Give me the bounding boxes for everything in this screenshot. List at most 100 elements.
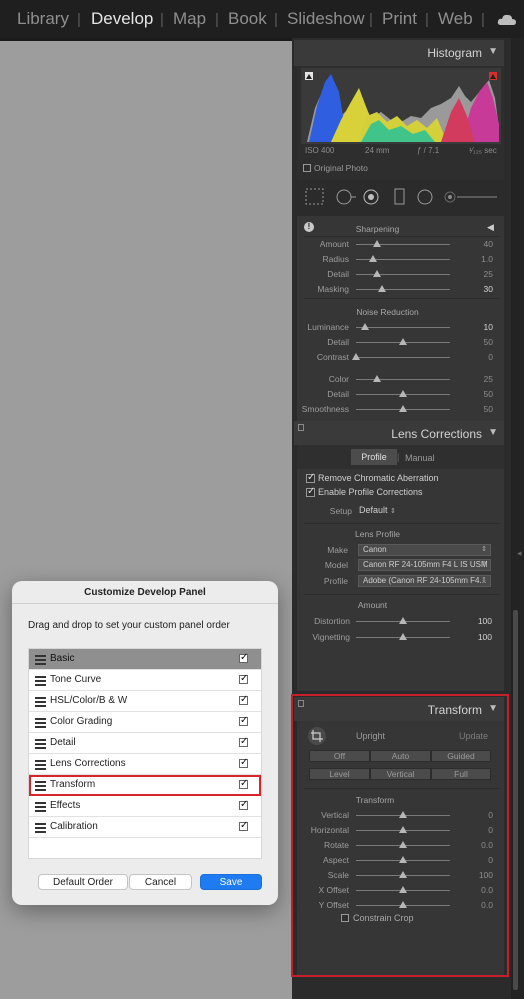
radial-filter-icon[interactable] [415,187,435,207]
default-order-button[interactable]: Default Order [38,874,128,890]
noise-color-smoothness-value[interactable]: 50 [463,404,493,414]
panel-order-item-transform[interactable]: Transform [29,775,261,796]
noise-luminance-slider-knob[interactable] [361,323,370,330]
model-select[interactable]: Canon RF 24-105mm F4 L IS USM ⇕ [358,559,491,571]
profile-select[interactable]: Adobe (Canon RF 24-105mm F4... ⇕ [358,575,491,587]
histogram-header[interactable]: Histogram ▼ [294,40,504,66]
panel-order-item-calibration[interactable]: Calibration [29,817,261,838]
noise-color-color-slider-knob[interactable] [372,375,381,382]
panel-scrollbar[interactable] [513,610,518,990]
noise-color-detail-value[interactable]: 50 [463,389,493,399]
module-book[interactable]: Book [228,9,267,29]
panel-toggle-icon[interactable] [298,424,304,431]
drag-handle-icon[interactable] [35,823,46,835]
drag-handle-icon[interactable] [35,781,46,793]
spot-removal-icon[interactable] [335,187,357,207]
drag-handle-icon[interactable] [35,760,46,772]
noise-color-smoothness-slider-knob[interactable] [399,405,407,412]
panel-order-item-tone-curve[interactable]: Tone Curve [29,670,261,691]
noise-color-color-slider[interactable] [356,379,450,380]
transform-y-offset-value[interactable]: 0.0 [463,900,493,910]
noise-contrast-slider-knob[interactable] [352,353,360,360]
distortion-value[interactable]: 100 [462,616,492,626]
transform-y-offset-slider-knob[interactable] [399,901,407,908]
make-select[interactable]: Canon ⇕ [358,544,491,556]
module-map[interactable]: Map [173,9,206,29]
panel-order-list[interactable]: Basic Tone Curve HSL/Color/B & W Color Grad… [28,648,262,859]
crop-overlay-icon[interactable] [305,188,325,206]
panel-order-item-hsl-color-b-w[interactable]: HSL/Color/B & W [29,691,261,712]
panel-visible-checkbox[interactable] [239,736,248,747]
original-photo-checkbox[interactable] [303,164,311,172]
noise-contrast-slider[interactable] [356,357,450,358]
panel-visible-checkbox[interactable] [239,673,248,684]
panel-visible-checkbox[interactable] [239,652,248,663]
transform-horizontal-value[interactable]: 0 [463,825,493,835]
setup-select[interactable]: Default ⇕ [359,505,396,515]
noise-contrast-value[interactable]: 0 [463,352,493,362]
drag-handle-icon[interactable] [35,676,46,688]
sharpening-amount-slider-knob[interactable] [372,240,381,247]
drag-handle-icon[interactable] [35,802,46,814]
collapse-triangle-icon[interactable]: ◀ [487,222,494,233]
transform-x-offset-slider-knob[interactable] [399,886,407,893]
sharpening-amount-slider[interactable] [356,244,450,245]
enable-profile-checkbox[interactable] [306,486,315,497]
transform-horizontal-slider-knob[interactable] [399,826,407,833]
transform-scale-value[interactable]: 100 [463,870,493,880]
tab-manual[interactable]: Manual [405,453,435,463]
noise-color-detail-slider-knob[interactable] [399,390,407,397]
sharpening-radius-slider-knob[interactable] [368,255,377,262]
panel-visible-checkbox[interactable] [239,715,248,726]
sharpening-detail-slider[interactable] [356,274,450,275]
module-slideshow[interactable]: Slideshow [287,9,365,29]
noise-detail-slider-knob[interactable] [399,338,407,345]
cloud-icon[interactable] [497,12,517,26]
panel-order-item-color-grading[interactable]: Color Grading [29,712,261,733]
drag-handle-icon[interactable] [35,655,46,667]
drag-handle-icon[interactable] [35,718,46,730]
panel-visible-checkbox[interactable] [239,799,248,810]
adjustment-brush-icon[interactable] [443,190,499,204]
save-button[interactable]: Save [200,874,262,890]
transform-x-offset-value[interactable]: 0.0 [463,885,493,895]
red-eye-icon[interactable] [361,187,381,207]
warning-icon[interactable]: ! [304,222,314,232]
transform-rotate-value[interactable]: 0.0 [463,840,493,850]
sharpening-masking-slider-knob[interactable] [378,285,387,292]
panel-collapse-icon[interactable]: ◂ [517,548,522,559]
collapse-triangle-icon[interactable]: ▼ [488,427,498,438]
panel-order-item-basic[interactable]: Basic [29,649,261,670]
lens-corrections-header[interactable]: Lens Corrections ▼ [294,421,504,445]
remove-ca-checkbox[interactable] [306,472,315,483]
transform-vertical-slider-knob[interactable] [399,811,407,818]
drag-handle-icon[interactable] [35,739,46,751]
transform-aspect-slider-knob[interactable] [399,856,407,863]
noise-detail-value[interactable]: 50 [463,337,493,347]
collapse-triangle-icon[interactable]: ▼ [488,46,498,57]
transform-rotate-slider-knob[interactable] [399,841,407,848]
sharpening-masking-value[interactable]: 30 [463,284,493,294]
sharpening-radius-value[interactable]: 1.0 [463,254,493,264]
transform-scale-slider-knob[interactable] [399,871,407,878]
sharpening-detail-slider-knob[interactable] [372,270,381,277]
cancel-button[interactable]: Cancel [129,874,192,890]
module-library[interactable]: Library [17,9,69,29]
transform-vertical-value[interactable]: 0 [463,810,493,820]
panel-order-item-lens-corrections[interactable]: Lens Corrections [29,754,261,775]
module-print[interactable]: Print [382,9,417,29]
module-develop[interactable]: Develop [91,9,153,29]
panel-visible-checkbox[interactable] [239,694,248,705]
distortion-slider-knob[interactable] [399,617,407,624]
noise-luminance-value[interactable]: 10 [463,322,493,332]
tab-profile[interactable]: Profile [351,449,397,465]
vignetting-slider-knob[interactable] [399,633,407,640]
drag-handle-icon[interactable] [35,697,46,709]
noise-luminance-slider[interactable] [356,327,450,328]
vignetting-value[interactable]: 100 [462,632,492,642]
panel-visible-checkbox[interactable] [239,757,248,768]
panel-order-item-detail[interactable]: Detail [29,733,261,754]
noise-color-color-value[interactable]: 25 [463,374,493,384]
transform-aspect-value[interactable]: 0 [463,855,493,865]
panel-visible-checkbox[interactable] [239,778,248,789]
